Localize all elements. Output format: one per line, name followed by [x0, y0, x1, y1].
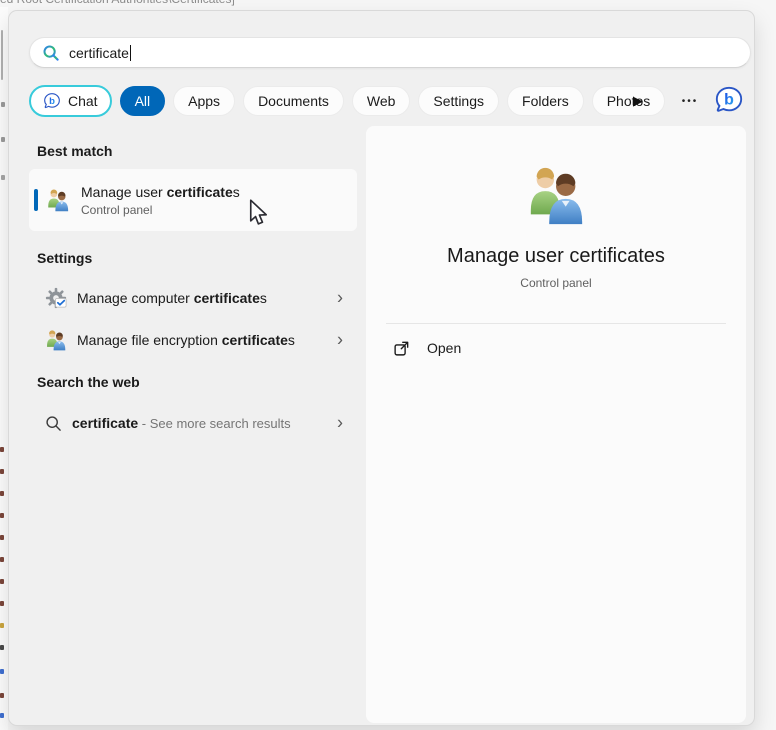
tab-documents[interactable]: Documents — [243, 86, 344, 116]
tab-documents-label: Documents — [258, 93, 329, 109]
tab-apps-label: Apps — [188, 93, 221, 109]
result-label: Manage computer certificates — [77, 290, 267, 306]
chevron-right-icon[interactable]: › — [337, 288, 343, 306]
tab-settings-label: Settings — [433, 93, 485, 109]
search-outline-icon — [46, 415, 61, 431]
mouse-cursor — [249, 199, 268, 225]
chevron-right-icon[interactable]: › — [337, 413, 343, 431]
background-window-sliver — [0, 7, 8, 730]
selection-accent-bar — [34, 189, 38, 211]
gear-check-icon — [45, 287, 67, 309]
user-certificates-icon — [48, 189, 69, 212]
chevron-right-icon[interactable]: › — [337, 330, 343, 348]
web-search-result[interactable]: certificate - See more search results › — [29, 403, 357, 443]
chat-tab-label: Chat — [68, 93, 98, 109]
user-certificates-large-icon — [530, 167, 583, 225]
svg-text:b: b — [724, 92, 734, 109]
tab-web-label: Web — [366, 93, 396, 109]
bing-logo-icon[interactable]: b — [712, 83, 746, 117]
filter-bar: b Chat All Apps Documents Web Settings F… — [29, 84, 666, 118]
search-query-text: certificate — [69, 44, 129, 61]
result-manage-file-encryption-certificates[interactable]: Manage file encryption certificates › — [29, 320, 357, 360]
chat-tab[interactable]: b Chat — [29, 85, 112, 117]
settings-header: Settings — [37, 250, 93, 266]
open-external-icon — [394, 341, 409, 356]
background-window-clipped-title: ed Root Certification Authorities\Certif… — [0, 0, 300, 7]
preview-subtitle: Control panel — [520, 276, 592, 290]
best-match-subtitle: Control panel — [81, 202, 153, 217]
preview-panel: Manage user certificates Control panel O… — [366, 126, 746, 723]
tab-all-label: All — [134, 93, 151, 109]
text-caret — [129, 44, 132, 61]
search-flyout: certificate b Chat All Apps Documents We… — [8, 10, 755, 726]
more-filters-arrow-icon[interactable]: ▶ — [626, 90, 650, 112]
svg-text:b: b — [49, 96, 55, 107]
tab-folders[interactable]: Folders — [507, 86, 584, 116]
open-label: Open — [427, 340, 462, 356]
search-gradient-icon — [43, 45, 59, 61]
more-options-ellipsis-icon[interactable]: ••• — [673, 90, 707, 112]
bing-chat-icon: b — [44, 93, 60, 109]
search-the-web-header: Search the web — [37, 374, 140, 390]
result-label: Manage file encryption certificates — [77, 332, 295, 348]
tab-web[interactable]: Web — [351, 86, 411, 116]
web-search-label: certificate - See more search results — [72, 415, 291, 431]
divider — [386, 323, 726, 324]
tab-apps[interactable]: Apps — [173, 86, 236, 116]
result-manage-computer-certificates[interactable]: Manage computer certificates › — [29, 278, 357, 318]
preview-title: Manage user certificates — [447, 245, 665, 267]
users-icon — [47, 330, 66, 351]
tab-all[interactable]: All — [119, 86, 166, 116]
tab-settings[interactable]: Settings — [418, 86, 500, 116]
open-action[interactable]: Open — [378, 329, 734, 367]
search-input[interactable]: certificate — [29, 37, 751, 68]
best-match-item[interactable]: Manage user certificates Control panel — [29, 169, 357, 231]
best-match-header: Best match — [37, 143, 113, 159]
best-match-title: Manage user certificates — [81, 183, 240, 200]
tab-folders-label: Folders — [522, 93, 569, 109]
